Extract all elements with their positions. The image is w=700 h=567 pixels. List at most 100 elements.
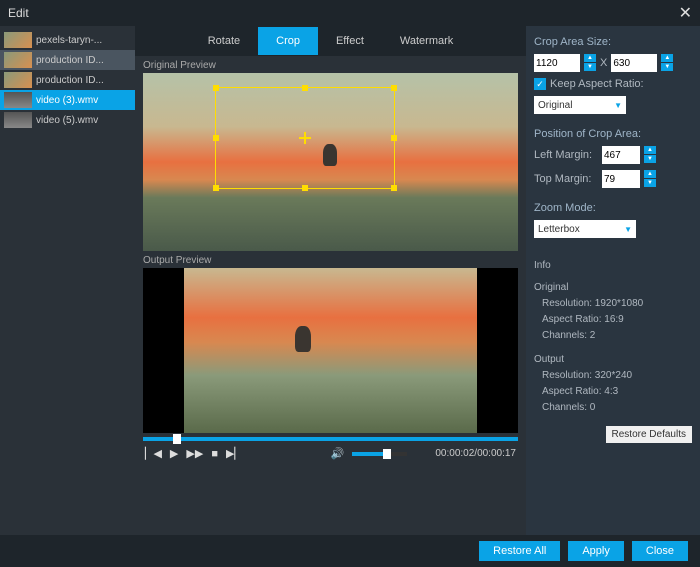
- crop-handle-br[interactable]: [391, 185, 397, 191]
- stop-icon[interactable]: ■: [211, 448, 218, 460]
- volume-icon[interactable]: 🔊: [331, 447, 345, 460]
- settings-panel: Crop Area Size: ▲▼ X ▲▼ ✓ Keep Aspect Ra…: [526, 26, 700, 535]
- keep-ratio-row: ✓ Keep Aspect Ratio:: [534, 78, 692, 90]
- tab-watermark[interactable]: Watermark: [382, 27, 471, 55]
- time-display: 00:00:02/00:00:17: [435, 448, 516, 459]
- crop-size-label: Crop Area Size:: [534, 36, 692, 48]
- apply-button[interactable]: Apply: [568, 541, 624, 561]
- seek-thumb[interactable]: [173, 434, 181, 444]
- spin-down-icon[interactable]: ▼: [584, 63, 596, 72]
- output-image: [184, 268, 477, 433]
- spin-down-icon[interactable]: ▼: [644, 155, 656, 164]
- tab-effect[interactable]: Effect: [318, 27, 382, 55]
- center-panel: Rotate Crop Effect Watermark Original Pr…: [135, 26, 526, 535]
- sidebar-item-label: production ID...: [36, 55, 104, 66]
- bottom-bar: Restore All Apply Close: [0, 535, 700, 567]
- info-out-channels: Channels: 0: [534, 400, 692, 416]
- info-original-heading: Original: [534, 280, 692, 296]
- restore-all-button[interactable]: Restore All: [479, 541, 560, 561]
- restore-defaults-button[interactable]: Restore Defaults: [606, 426, 692, 443]
- info-section: Info Original Resolution: 1920*1080 Aspe…: [534, 258, 692, 416]
- sidebar-item[interactable]: production ID...: [0, 50, 135, 70]
- crop-center-icon: [299, 132, 311, 144]
- sidebar-item-selected[interactable]: video (3).wmv: [0, 90, 135, 110]
- crop-handle-tm[interactable]: [302, 85, 308, 91]
- sidebar-item-label: production ID...: [36, 75, 104, 86]
- crop-handle-ml[interactable]: [213, 135, 219, 141]
- sidebar-item-label: video (3).wmv: [36, 95, 98, 106]
- sidebar-item[interactable]: pexels-taryn-...: [0, 30, 135, 50]
- file-sidebar: pexels-taryn-... production ID... produc…: [0, 26, 135, 535]
- spin-up-icon[interactable]: ▲: [661, 54, 673, 63]
- original-preview[interactable]: [143, 73, 518, 251]
- spin-down-icon[interactable]: ▼: [644, 179, 656, 188]
- position-label: Position of Crop Area:: [534, 128, 692, 140]
- close-icon[interactable]: ✕: [679, 3, 692, 23]
- info-orig-channels: Channels: 2: [534, 328, 692, 344]
- top-margin-row: Top Margin: ▲▼: [534, 170, 692, 188]
- crop-width-input[interactable]: [534, 54, 580, 72]
- info-out-resolution: Resolution: 320*240: [534, 368, 692, 384]
- x-label: X: [600, 57, 607, 69]
- main-area: Rotate Crop Effect Watermark Original Pr…: [135, 26, 700, 535]
- crop-handle-bl[interactable]: [213, 185, 219, 191]
- left-margin-row: Left Margin: ▲▼: [534, 146, 692, 164]
- tab-crop[interactable]: Crop: [258, 27, 318, 55]
- thumbnail-icon: [4, 112, 32, 128]
- aspect-ratio-select[interactable]: Original▼: [534, 96, 626, 114]
- keep-ratio-checkbox[interactable]: ✓: [534, 78, 546, 90]
- titlebar: Edit ✕: [0, 0, 700, 26]
- output-preview-section: Output Preview: [135, 251, 526, 433]
- tab-bar: Rotate Crop Effect Watermark: [135, 26, 526, 56]
- thumbnail-icon: [4, 72, 32, 88]
- info-output-heading: Output: [534, 352, 692, 368]
- sidebar-item[interactable]: production ID...: [0, 70, 135, 90]
- top-margin-input[interactable]: [602, 170, 640, 188]
- left-margin-input[interactable]: [602, 146, 640, 164]
- spin-up-icon[interactable]: ▲: [584, 54, 596, 63]
- original-preview-label: Original Preview: [143, 60, 518, 71]
- width-spinner[interactable]: ▲▼: [584, 54, 596, 72]
- seek-bar[interactable]: [143, 437, 518, 441]
- top-margin-spinner[interactable]: ▲▼: [644, 170, 656, 188]
- next-icon[interactable]: ▶▏: [226, 447, 243, 460]
- crop-handle-mr[interactable]: [391, 135, 397, 141]
- close-button[interactable]: Close: [632, 541, 688, 561]
- top-margin-label: Top Margin:: [534, 173, 598, 185]
- crop-handle-tr[interactable]: [391, 85, 397, 91]
- sidebar-item-label: pexels-taryn-...: [36, 35, 102, 46]
- sidebar-item-label: video (5).wmv: [36, 115, 98, 126]
- chevron-down-icon: ▼: [624, 225, 632, 234]
- ff-icon[interactable]: ▶▶: [186, 447, 203, 460]
- spin-up-icon[interactable]: ▲: [644, 146, 656, 155]
- zoom-mode-select[interactable]: Letterbox ▼: [534, 220, 636, 238]
- crop-handle-bm[interactable]: [302, 185, 308, 191]
- zoom-mode-value: Letterbox: [538, 224, 580, 235]
- info-out-ratio: Aspect Ratio: 4:3: [534, 384, 692, 400]
- playback-controls: ▏◀ ▶ ▶▶ ■ ▶▏ 🔊 00:00:02/00:00:17: [135, 441, 526, 466]
- keep-ratio-label: Keep Aspect Ratio:: [550, 78, 644, 90]
- volume-thumb[interactable]: [383, 449, 391, 459]
- left-margin-spinner[interactable]: ▲▼: [644, 146, 656, 164]
- spin-up-icon[interactable]: ▲: [644, 170, 656, 179]
- info-orig-resolution: Resolution: 1920*1080: [534, 296, 692, 312]
- left-margin-label: Left Margin:: [534, 149, 598, 161]
- content-area: pexels-taryn-... production ID... produc…: [0, 26, 700, 535]
- height-spinner[interactable]: ▲▼: [661, 54, 673, 72]
- crop-rectangle[interactable]: [215, 87, 395, 189]
- crop-size-row: ▲▼ X ▲▼: [534, 54, 692, 72]
- thumbnail-icon: [4, 52, 32, 68]
- crop-handle-tl[interactable]: [213, 85, 219, 91]
- window-title: Edit: [8, 6, 29, 20]
- play-icon[interactable]: ▶: [170, 447, 178, 460]
- volume-slider[interactable]: [352, 452, 407, 456]
- output-preview: [143, 268, 518, 433]
- spin-down-icon[interactable]: ▼: [661, 63, 673, 72]
- prev-icon[interactable]: ▏◀: [145, 447, 162, 460]
- chevron-down-icon: ▼: [614, 101, 622, 110]
- tab-rotate[interactable]: Rotate: [190, 27, 258, 55]
- crop-height-input[interactable]: [611, 54, 657, 72]
- sidebar-item[interactable]: video (5).wmv: [0, 110, 135, 130]
- zoom-mode-label: Zoom Mode:: [534, 202, 692, 214]
- info-orig-ratio: Aspect Ratio: 16:9: [534, 312, 692, 328]
